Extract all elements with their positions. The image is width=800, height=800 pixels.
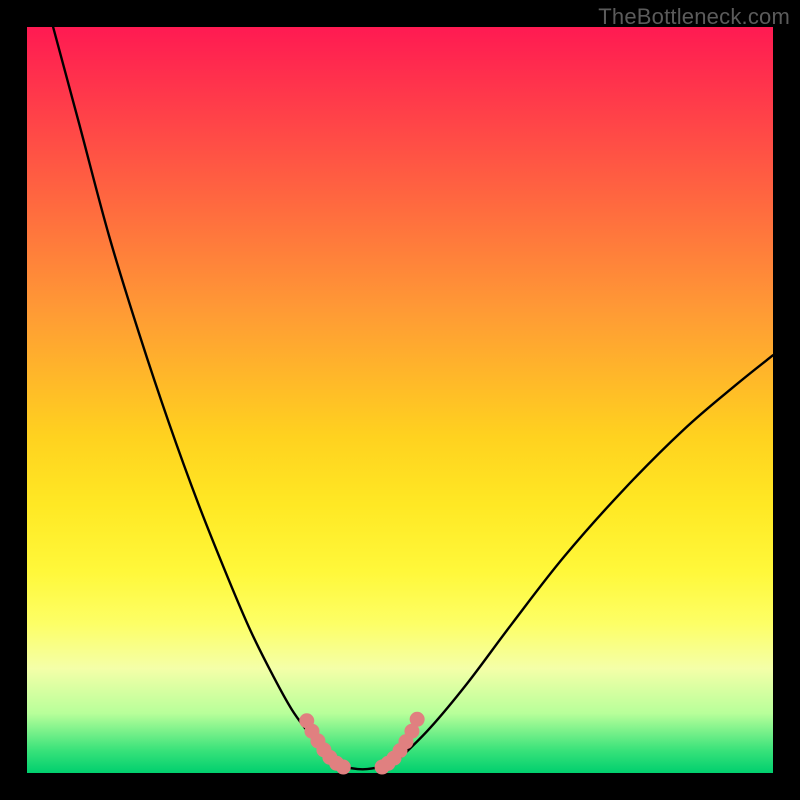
chart-frame: TheBottleneck.com <box>0 0 800 800</box>
chart-svg <box>27 27 773 773</box>
curve-right <box>400 355 773 758</box>
plot-area <box>27 27 773 773</box>
marker-dot <box>410 712 425 727</box>
curve-left <box>53 27 325 758</box>
marker-dot <box>336 760 351 775</box>
dotted-marker-left <box>299 713 351 774</box>
